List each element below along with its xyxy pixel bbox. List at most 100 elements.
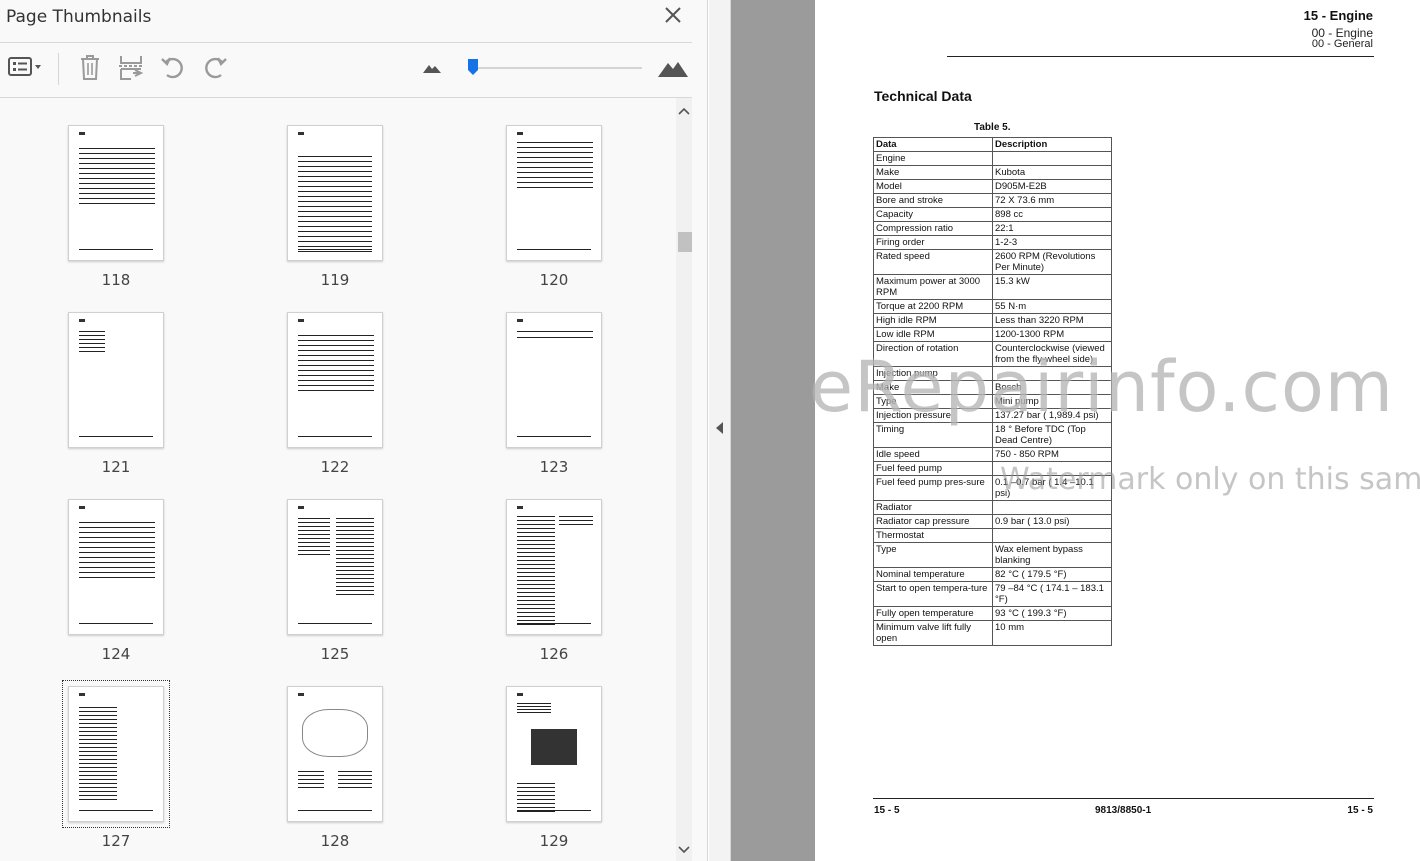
- page-thumbnail[interactable]: 118: [68, 125, 164, 289]
- extract-page-button[interactable]: [116, 53, 146, 85]
- thumbnail-text-line: [517, 162, 593, 163]
- thumbnail-text-line: [559, 520, 593, 521]
- page-thumbnails-panel: Page Thumbnails 118 119 120 121 122 123 …: [0, 0, 708, 861]
- thumbnail-text-line: [517, 520, 555, 521]
- chevron-up-icon[interactable]: [676, 104, 692, 118]
- options-menu-button[interactable]: [4, 53, 46, 85]
- table-cell-data: Direction of rotation: [873, 341, 993, 367]
- table-cell-data: Fuel feed pump: [873, 461, 993, 476]
- table-cell-data: Nominal temperature: [873, 567, 993, 582]
- thumbnail-text-line: [336, 522, 374, 523]
- page-thumbnail[interactable]: 121: [68, 312, 164, 476]
- thumbnail-text-line: [298, 779, 324, 780]
- thumbnail-text-line: [298, 211, 372, 212]
- thumbnail-text-line: [336, 578, 374, 579]
- thumbnail-text-line: [517, 516, 555, 517]
- thumbnail-page-image: [287, 125, 383, 261]
- thumbnail-page-number: 125: [320, 645, 350, 663]
- page-thumbnail[interactable]: 128: [287, 686, 383, 850]
- thumbnail-text-line: [517, 152, 593, 153]
- thumbnail-text-line: [79, 771, 117, 772]
- page-thumbnail[interactable]: 125: [287, 499, 383, 663]
- technical-data-table: Data Description Engine Make Kubota Model D9…: [873, 137, 1112, 646]
- thumbnail-text-line: [517, 556, 555, 557]
- thumbnail-text-line: [517, 600, 555, 601]
- page-thumbnail[interactable]: 123: [506, 312, 602, 476]
- table-row: Firing order 1-2-3: [873, 235, 1112, 250]
- thumbnail-footer-rule: [517, 810, 591, 811]
- thumbnail-footer-rule: [298, 623, 372, 624]
- page-thumbnail[interactable]: 126: [506, 499, 602, 663]
- table-cell-data: Radiator: [873, 500, 993, 515]
- table-cell-description: 0.1 –0.7 bar ( 1.4 –10.1 psi): [992, 475, 1112, 501]
- table-group-row: Engine: [873, 151, 1112, 166]
- zoom-slider-handle[interactable]: [467, 58, 479, 76]
- thumbnail-text-line: [517, 811, 555, 812]
- thumbnail-text-line: [79, 723, 117, 724]
- table-cell-description: 1200-1300 RPM: [992, 327, 1112, 342]
- chevron-down-icon[interactable]: [676, 843, 692, 857]
- thumbnail-text-line: [517, 576, 555, 577]
- rotate-left-button[interactable]: [158, 53, 188, 85]
- scrollbar-thumb[interactable]: [678, 232, 692, 252]
- table-cell-description: D905M-E2B: [992, 179, 1112, 194]
- thumbnail-toolbar: [0, 43, 692, 97]
- thumbnail-text-line: [79, 735, 117, 736]
- thumbnail-text-line: [517, 147, 593, 148]
- thumbnail-text-line: [517, 187, 593, 188]
- page-thumbnail[interactable]: 127: [62, 680, 170, 850]
- thumbnail-text-line: [298, 186, 372, 187]
- thumbnail-text-line: [79, 787, 117, 788]
- thumbnail-text-line: [79, 557, 155, 558]
- table-cell-description: [992, 151, 1112, 166]
- table-cell-description: Bosch: [992, 380, 1112, 395]
- thumbnail-text-line: [79, 751, 117, 752]
- zoom-slider-track[interactable]: [474, 67, 642, 69]
- panel-title: Page Thumbnails: [6, 7, 152, 27]
- thumbnail-text-line: [298, 176, 372, 177]
- thumbnail-footer-rule: [79, 810, 153, 811]
- thumbnail-text-line: [517, 568, 555, 569]
- thumbnail-text-line: [298, 775, 324, 776]
- page-thumbnail[interactable]: 122: [287, 312, 383, 476]
- thumbnail-text-line: [517, 528, 555, 529]
- page-thumbnail[interactable]: 119: [287, 125, 383, 289]
- thumbnail-text-line: [79, 148, 155, 149]
- thumbnail-text-line: [298, 236, 372, 237]
- thumbnail-text-line: [298, 171, 372, 172]
- zoom-out-button[interactable]: [420, 53, 444, 85]
- thumbnail-text-line: [336, 518, 374, 519]
- table-cell-description: 898 cc: [992, 207, 1112, 222]
- thumbnail-text-line: [517, 791, 555, 792]
- thumbnail-text-line: [79, 779, 117, 780]
- thumbnail-text-line: [517, 596, 555, 597]
- thumbnail-text-line: [517, 807, 555, 808]
- close-icon[interactable]: [662, 4, 684, 26]
- table-row: Direction of rotation Counterclockwise (v…: [873, 341, 1112, 367]
- rotate-right-button[interactable]: [200, 53, 230, 85]
- thumbnail-text-line: [517, 584, 555, 585]
- page-thumbnail[interactable]: 129: [506, 686, 602, 850]
- zoom-in-button[interactable]: [656, 53, 690, 85]
- thumbnail-scrollbar[interactable]: [676, 98, 692, 861]
- thumbnail-page-image: [506, 686, 602, 822]
- thumbnail-text-line: [79, 163, 155, 164]
- thumbnail-text-line: [79, 542, 155, 543]
- table-cell-description: 750 - 850 RPM: [992, 447, 1112, 462]
- delete-page-button[interactable]: [76, 53, 104, 85]
- thumbnail-logo: [79, 693, 85, 696]
- table-caption: Table 5.: [974, 122, 1011, 133]
- table-row: Minimum valve lift fully open 10 mm: [873, 620, 1112, 646]
- thumbnail-text-line: [79, 711, 117, 712]
- thumbnail-page-number: 124: [101, 645, 131, 663]
- thumbnail-footer-rule: [298, 810, 372, 811]
- page-thumbnail[interactable]: 120: [506, 125, 602, 289]
- table-row: Make Bosch: [873, 380, 1112, 395]
- page-thumbnail[interactable]: 124: [68, 499, 164, 663]
- thumbnail-text-line: [338, 783, 372, 784]
- collapse-panel-icon[interactable]: [713, 418, 727, 438]
- table-cell-data: Bore and stroke: [873, 193, 993, 208]
- thumbnail-text-line: [336, 546, 374, 547]
- thumbnail-text-line: [517, 548, 555, 549]
- thumbnail-page-number: 129: [539, 832, 569, 850]
